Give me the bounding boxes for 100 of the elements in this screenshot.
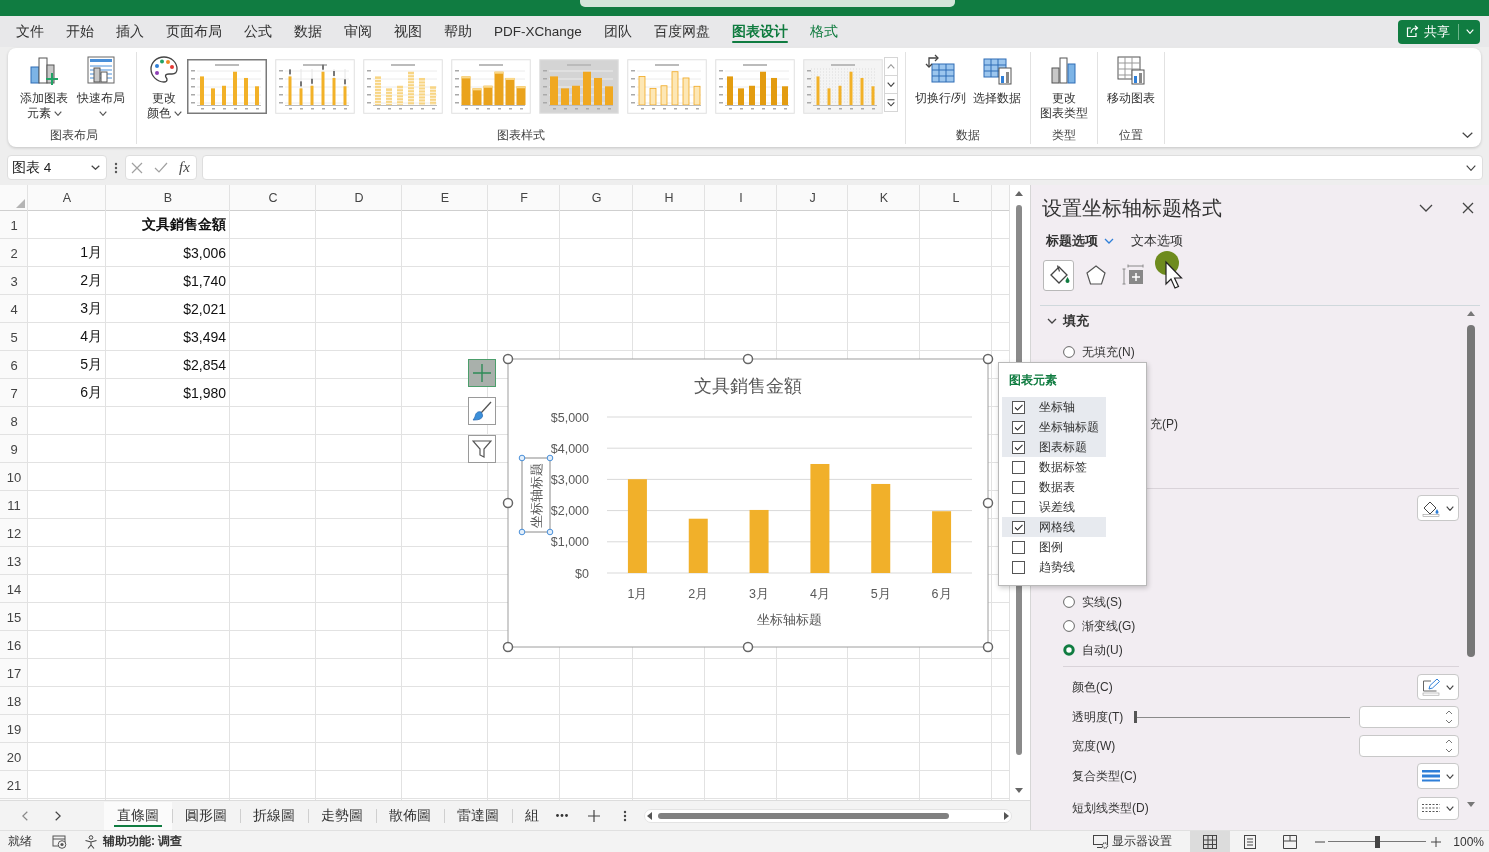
chart-element-option[interactable]: 坐标轴标题 bbox=[1002, 417, 1106, 437]
menu-tab[interactable]: PDF-XChange bbox=[483, 16, 593, 47]
cancel-button[interactable] bbox=[131, 161, 143, 174]
close-button[interactable] bbox=[1460, 200, 1476, 216]
fill-and-line-tab[interactable] bbox=[1043, 259, 1074, 291]
insert-function-button[interactable]: fx bbox=[179, 159, 190, 176]
resize-handle[interactable] bbox=[742, 353, 754, 365]
row-header[interactable]: 4 bbox=[0, 295, 28, 323]
column-header[interactable]: F bbox=[488, 185, 560, 211]
chart-element-option[interactable]: 数据标签 bbox=[1002, 457, 1106, 477]
resize-handle[interactable] bbox=[982, 497, 994, 509]
row-header[interactable]: 15 bbox=[0, 603, 28, 631]
column-header[interactable]: B bbox=[106, 185, 230, 211]
column-header[interactable]: G bbox=[560, 185, 633, 211]
row-header[interactable]: 6 bbox=[0, 351, 28, 379]
row-header[interactable]: 5 bbox=[0, 323, 28, 351]
row-header[interactable]: 2 bbox=[0, 239, 28, 267]
menu-tab[interactable]: 数据 bbox=[283, 16, 333, 47]
resize-handle[interactable] bbox=[502, 353, 514, 365]
checkbox[interactable] bbox=[1012, 460, 1025, 474]
line-color-button[interactable] bbox=[1417, 674, 1459, 700]
change-chart-type-button[interactable]: 更改图表类型 bbox=[1038, 52, 1091, 123]
radio-option[interactable]: 实线(S) bbox=[1063, 590, 1122, 614]
menu-tab[interactable]: 图表设计 bbox=[720, 16, 799, 47]
row-header[interactable]: 21 bbox=[0, 771, 28, 799]
share-button[interactable]: 共享 bbox=[1398, 19, 1480, 44]
formula-input[interactable] bbox=[202, 155, 1483, 180]
row-header[interactable]: 3 bbox=[0, 267, 28, 295]
column-header[interactable]: A bbox=[28, 185, 106, 211]
menu-tab[interactable]: 公式 bbox=[233, 16, 283, 47]
name-box[interactable]: 图表 4 bbox=[7, 155, 107, 180]
resize-handle[interactable] bbox=[518, 528, 526, 536]
menu-tab[interactable]: 团队 bbox=[592, 16, 643, 47]
menu-tab[interactable]: 开始 bbox=[55, 16, 105, 47]
number-field[interactable] bbox=[1359, 735, 1459, 757]
resize-handle[interactable] bbox=[982, 641, 994, 653]
row-header[interactable]: 16 bbox=[0, 631, 28, 659]
column-header[interactable]: L bbox=[920, 185, 992, 211]
radio-option[interactable]: 自动(U) bbox=[1063, 638, 1123, 662]
menu-tab[interactable]: 页面布局 bbox=[155, 16, 233, 47]
checkbox[interactable] bbox=[1012, 480, 1025, 494]
gallery-more-button[interactable] bbox=[884, 93, 898, 112]
quick-layout-button[interactable]: 快速布局 bbox=[73, 52, 129, 123]
radio-button[interactable] bbox=[1063, 596, 1075, 608]
chart-element-option[interactable]: 数据表 bbox=[1002, 477, 1106, 497]
change-colors-button[interactable]: 更改颜色 bbox=[144, 52, 184, 123]
radio-button[interactable] bbox=[1063, 644, 1075, 656]
row-header[interactable]: 11 bbox=[0, 491, 28, 519]
row-header[interactable]: 17 bbox=[0, 659, 28, 687]
display-settings-button[interactable]: 显示器设置 bbox=[1093, 833, 1173, 850]
number-field[interactable] bbox=[1359, 706, 1459, 728]
checkbox[interactable] bbox=[1012, 440, 1025, 454]
chart-element-option[interactable]: 误差线 bbox=[1002, 497, 1106, 517]
resize-handle[interactable] bbox=[502, 497, 514, 509]
checkbox[interactable] bbox=[1012, 520, 1025, 534]
slider-thumb[interactable] bbox=[1134, 711, 1137, 723]
row-header[interactable]: 14 bbox=[0, 575, 28, 603]
row-header[interactable]: 10 bbox=[0, 463, 28, 491]
column-header[interactable]: J bbox=[777, 185, 848, 211]
menu-tab[interactable]: 格式 bbox=[798, 16, 849, 47]
zoom-in-button[interactable] bbox=[1430, 834, 1443, 849]
sheet-tab[interactable]: 散佈圖 bbox=[376, 801, 444, 830]
enter-button[interactable] bbox=[154, 162, 168, 173]
menu-tab[interactable]: 帮助 bbox=[433, 16, 483, 47]
select-data-button[interactable]: 选择数据 bbox=[971, 52, 1024, 108]
normal-view-button[interactable] bbox=[1190, 831, 1231, 852]
row-header[interactable]: 12 bbox=[0, 519, 28, 547]
menu-tab[interactable]: 插入 bbox=[105, 16, 155, 47]
row-header[interactable]: 18 bbox=[0, 687, 28, 715]
checkbox[interactable] bbox=[1012, 420, 1025, 434]
sheet-tab[interactable]: 雷達圖 bbox=[444, 801, 512, 830]
radio-option[interactable]: 无填充(N) bbox=[1063, 340, 1135, 364]
chart-element-option[interactable]: 网格线 bbox=[1002, 517, 1106, 537]
menu-tab[interactable]: 百度网盘 bbox=[642, 16, 721, 47]
sheet-tab[interactable]: 折線圖 bbox=[240, 801, 308, 830]
column-header[interactable]: D bbox=[316, 185, 402, 211]
fill-color-button[interactable] bbox=[1417, 495, 1459, 521]
row-header[interactable]: 1 bbox=[0, 211, 28, 239]
chart-styles-button[interactable] bbox=[468, 397, 496, 425]
resize-handle[interactable] bbox=[546, 454, 554, 462]
menu-tab[interactable]: 审阅 bbox=[333, 16, 383, 47]
row-header[interactable]: 20 bbox=[0, 743, 28, 771]
resize-handle[interactable] bbox=[546, 528, 554, 536]
chart-element-option[interactable]: 图例 bbox=[1002, 537, 1106, 557]
add-chart-element-button[interactable]: 添加图表元素 bbox=[18, 52, 70, 123]
menu-tab[interactable]: 视图 bbox=[383, 16, 433, 47]
checkbox[interactable] bbox=[1012, 500, 1025, 514]
dash-type-button[interactable] bbox=[1417, 796, 1459, 820]
sheet-tab[interactable]: 直條圖 bbox=[104, 801, 172, 830]
section-header[interactable]: 填充 bbox=[1047, 309, 1089, 333]
zoom-slider-thumb[interactable] bbox=[1374, 835, 1380, 848]
switch-row-column-button[interactable]: 切换行/列 bbox=[913, 52, 969, 108]
chart-style-thumbnail[interactable] bbox=[187, 59, 267, 114]
column-header[interactable]: I bbox=[705, 185, 777, 211]
chart-element-option[interactable]: 坐标轴 bbox=[1002, 397, 1106, 417]
radio-button[interactable] bbox=[1063, 346, 1075, 358]
column-header[interactable]: C bbox=[230, 185, 316, 211]
resize-handle[interactable] bbox=[742, 641, 754, 653]
row-header[interactable]: 13 bbox=[0, 547, 28, 575]
horizontal-scrollbar[interactable] bbox=[644, 808, 1012, 823]
